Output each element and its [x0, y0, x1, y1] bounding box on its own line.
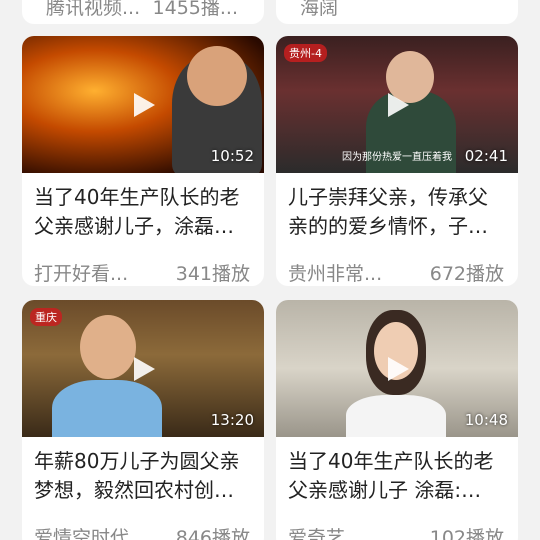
channel-logo: 贵州-4 — [284, 44, 327, 62]
video-duration: 02:41 — [464, 147, 508, 165]
video-title[interactable]: 当了40年生产队长的老父亲感谢儿子 涂磊:… — [276, 437, 518, 517]
thumbnail-face — [187, 46, 247, 106]
video-source: 海阔 — [300, 0, 339, 19]
video-card[interactable]: 贵州-4 因为那份热爱一直压着我 02:41 儿子崇拜父亲，传承父亲的的爱乡情怀… — [276, 36, 518, 286]
video-duration: 10:52 — [210, 147, 254, 165]
video-source[interactable]: 打开好看... — [34, 259, 128, 286]
partial-video-card[interactable]: 海阔 — [276, 0, 518, 24]
video-thumbnail[interactable]: 贵州-4 因为那份热爱一直压着我 02:41 — [276, 36, 518, 173]
play-icon[interactable] — [382, 90, 412, 120]
play-count: 102播放 — [429, 527, 504, 540]
video-card[interactable]: 重庆 13:20 年薪80万儿子为圆父亲梦想，毅然回农村创… 爱情空时代 846… — [22, 300, 264, 540]
play-count: 846播放 — [175, 527, 250, 540]
video-meta: 爱情空时代 846播放 — [22, 517, 264, 540]
video-thumbnail[interactable]: 10:48 — [276, 300, 518, 437]
video-meta: 打开好看... 341播放 — [22, 253, 264, 286]
video-card[interactable]: 10:52 当了40年生产队长的老父亲感谢儿子，涂磊… 打开好看... 341播… — [22, 36, 264, 286]
video-meta: 腾讯视频... 1455播... — [34, 0, 252, 20]
video-duration: 13:20 — [210, 411, 254, 429]
video-thumbnail[interactable]: 重庆 13:20 — [22, 300, 264, 437]
play-icon[interactable] — [128, 354, 158, 384]
video-title[interactable]: 当了40年生产队长的老父亲感谢儿子，涂磊… — [22, 173, 264, 253]
play-count: 1455播... — [152, 0, 238, 19]
channel-logo: 重庆 — [30, 308, 62, 326]
partial-video-card[interactable]: 腾讯视频... 1455播... — [22, 0, 264, 24]
video-source[interactable]: 贵州非常... — [288, 259, 382, 286]
thumbnail-figure — [346, 395, 446, 437]
play-count: 341播放 — [175, 263, 250, 285]
video-feed: 腾讯视频... 1455播... 海阔 10:52 当了40年生产队长的老父亲感… — [0, 0, 540, 540]
thumbnail-figure — [52, 380, 162, 437]
video-meta: 爱奇艺 102播放 — [276, 517, 518, 540]
video-title[interactable]: 儿子崇拜父亲，传承父亲的的爱乡情怀，子… — [276, 173, 518, 253]
video-thumbnail[interactable]: 10:52 — [22, 36, 264, 173]
video-duration: 10:48 — [464, 411, 508, 429]
video-source[interactable]: 爱情空时代 — [34, 523, 129, 540]
play-count: 672播放 — [429, 263, 504, 285]
play-icon[interactable] — [382, 354, 412, 384]
video-meta: 海阔 — [288, 0, 506, 20]
video-card[interactable]: 10:48 当了40年生产队长的老父亲感谢儿子 涂磊:… 爱奇艺 102播放 — [276, 300, 518, 540]
play-icon[interactable] — [128, 90, 158, 120]
video-title[interactable]: 年薪80万儿子为圆父亲梦想，毅然回农村创… — [22, 437, 264, 517]
video-source[interactable]: 爱奇艺 — [288, 523, 345, 540]
video-meta: 贵州非常... 672播放 — [276, 253, 518, 286]
video-source: 腾讯视频... — [46, 0, 141, 19]
